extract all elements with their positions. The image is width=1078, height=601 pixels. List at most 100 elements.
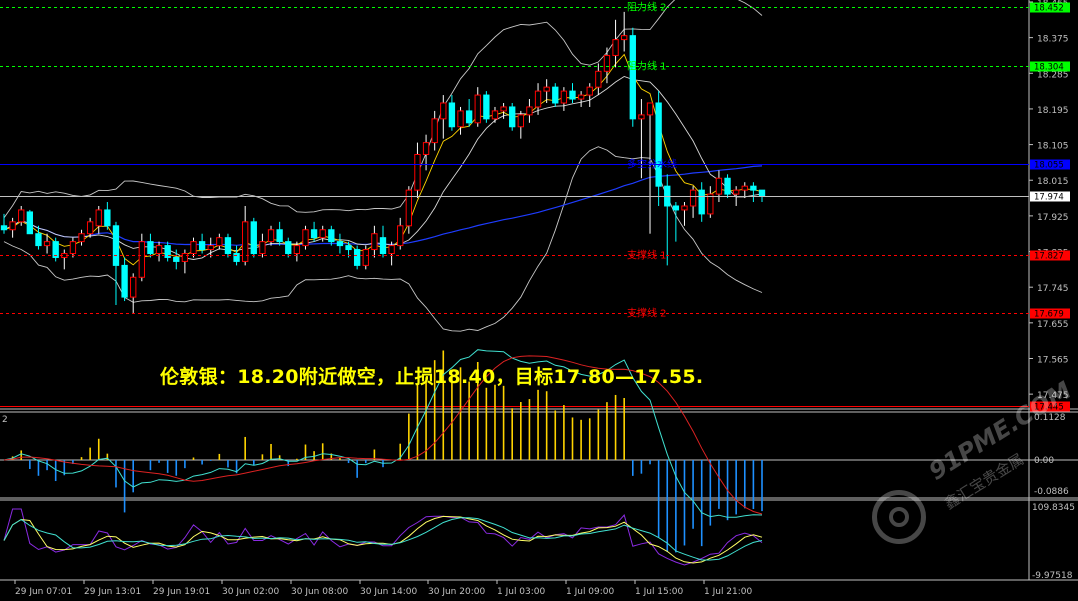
candle-body (440, 102, 447, 120)
candle-body (371, 233, 378, 251)
candle-body (491, 110, 499, 120)
level-price-label: 17.974 (1034, 193, 1064, 203)
candle-body (698, 189, 705, 215)
candle-body (121, 264, 128, 298)
level-label: 支撑线 1 (627, 249, 667, 262)
candle-body (18, 209, 25, 223)
candle-body (552, 86, 559, 104)
candle-body (138, 241, 145, 278)
candle-body (457, 110, 464, 128)
candle-body (621, 35, 628, 41)
candle-body (707, 193, 714, 215)
candle-body (224, 237, 232, 255)
time-tick-label: 29 Jun 13:01 (84, 587, 141, 597)
level-label: 阻力线 2 (627, 1, 667, 14)
candle-body (741, 185, 748, 191)
time-tick-label: 30 Jun 08:00 (291, 587, 348, 597)
candle-body (397, 225, 404, 247)
candle-body (526, 106, 533, 116)
candle-body (216, 237, 223, 247)
candle-body (181, 253, 189, 262)
time-tick-label: 1 Jul 09:00 (566, 587, 615, 597)
macd-panel-label: 2 (2, 415, 8, 425)
candle-body (328, 229, 335, 243)
candle-body (9, 221, 16, 231)
candle-body (750, 185, 757, 191)
candle-body (612, 39, 619, 56)
candle-body (95, 209, 102, 227)
level-price-label: 18.055 (1034, 161, 1064, 171)
candle-body (681, 205, 688, 211)
candle-body (285, 241, 292, 255)
time-tick-label: 1 Jul 21:00 (704, 587, 753, 597)
candle-body (577, 94, 585, 100)
candle-body (414, 153, 421, 191)
level-price-label: 18.452 (1034, 4, 1064, 14)
level-label: 多空分水线 (627, 158, 677, 171)
candle-body (78, 233, 85, 243)
time-tick-label: 30 Jun 14:00 (360, 587, 417, 597)
candle-body (655, 102, 662, 187)
candle-body (336, 241, 344, 247)
candle-body (500, 106, 507, 112)
candle-body (388, 245, 395, 255)
time-tick-label: 30 Jun 20:00 (428, 587, 485, 597)
osc-tick-label: -9.97518 (1032, 571, 1073, 581)
candle-body (302, 229, 309, 247)
candle-body (732, 189, 740, 195)
candle-body (422, 142, 430, 155)
candle-body (130, 276, 137, 298)
watermark: 91PME.COM 鑫汇宝贵金属 (872, 376, 1076, 548)
candle-body (483, 94, 490, 120)
price-tick-label: 17.925 (1037, 213, 1069, 223)
candle-body (112, 225, 120, 266)
price-tick-label: 18.015 (1037, 177, 1069, 187)
oscillator-line (3, 508, 763, 566)
candle-body (517, 114, 524, 128)
price-tick-label: 17.655 (1037, 320, 1069, 330)
candle-body (724, 177, 731, 195)
candle-body (310, 229, 318, 239)
time-tick-label: 29 Jun 07:01 (15, 587, 72, 597)
candle-body (362, 249, 369, 266)
level-price-label: 17.827 (1034, 252, 1064, 262)
price-tick-label: 18.195 (1037, 106, 1069, 116)
analysis-headline: 伦敦银：18.20附近做空，止损18.40，目标17.80—17.55. (160, 366, 704, 388)
candle-body (465, 110, 473, 124)
candle-body (629, 35, 636, 120)
candle-body (0, 225, 8, 231)
level-label: 阻力线 1 (627, 60, 667, 73)
time-tick-label: 30 Jun 02:00 (222, 587, 279, 597)
candle-body (250, 221, 257, 255)
candle-body (603, 54, 611, 72)
candle-body (689, 189, 697, 207)
time-tick-label: 29 Jun 19:01 (153, 587, 210, 597)
candle-body (543, 86, 550, 92)
candle-body (448, 102, 456, 128)
candle-body (715, 177, 723, 195)
candle-body (267, 229, 275, 243)
candle-body (190, 241, 197, 255)
candle-body (646, 102, 654, 116)
time-tick-label: 1 Jul 15:00 (635, 587, 684, 597)
candle-body (233, 253, 240, 262)
candle-body (560, 90, 568, 104)
candle-body (86, 221, 94, 235)
level-label: 支撑线 2 (627, 307, 667, 320)
candle-body (379, 237, 387, 255)
candle-body (69, 241, 77, 255)
candle-body (293, 245, 301, 255)
price-tick-label: 18.105 (1037, 142, 1069, 152)
candle-body (207, 245, 214, 251)
candle-body (26, 211, 34, 235)
candle-body (534, 90, 542, 108)
candle-body (509, 106, 516, 128)
level-price-label: 17.679 (1034, 310, 1064, 320)
candle-body (173, 256, 180, 262)
candle-body (198, 241, 206, 251)
candle-body (43, 241, 51, 247)
candle-body (474, 94, 481, 124)
brand-logo-icon (872, 490, 926, 544)
oscillator-signal-line (3, 515, 763, 564)
candle-body (276, 229, 283, 243)
